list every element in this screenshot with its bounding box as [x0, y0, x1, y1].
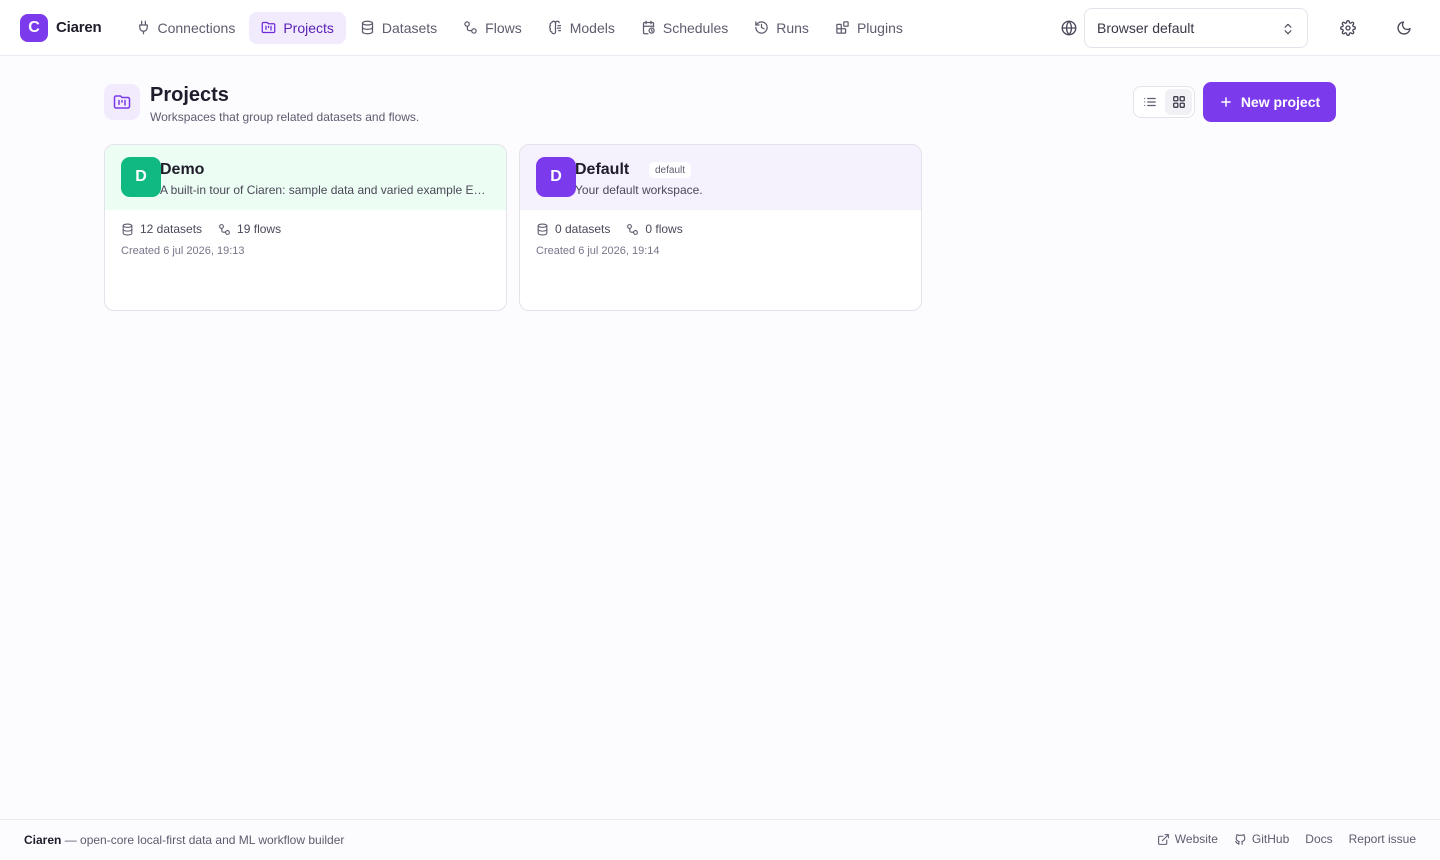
flow-count-label: 0 flows: [645, 222, 683, 236]
nav-label: Models: [569, 19, 615, 36]
flow-count: 0 flows: [626, 222, 683, 236]
dataset-count-label: 0 datasets: [555, 222, 611, 236]
new-project-button[interactable]: New project: [1203, 82, 1336, 122]
database-icon: [121, 223, 140, 236]
project-stats: 0 datasets 0 flows: [536, 222, 699, 236]
brain-icon: [548, 20, 570, 35]
project-card-demo[interactable]: D Demo A built-in tour of Ciaren: sample…: [104, 144, 507, 311]
nav-label: Schedules: [662, 19, 729, 36]
docs-link-label: Docs: [1305, 832, 1333, 846]
flow-count: 19 flows: [218, 222, 281, 236]
nav-item-projects[interactable]: Projects: [249, 11, 346, 44]
nav-label: Runs: [776, 19, 809, 36]
grid-icon: [1172, 95, 1186, 109]
project-created: Created 6 jul 2026, 19:14: [536, 245, 660, 257]
footer-tagline-text: — open-core local-first data and ML work…: [61, 833, 345, 847]
nav-item-schedules[interactable]: Schedules: [629, 12, 740, 44]
folder-kanban-icon: [261, 20, 283, 35]
nav-label: Projects: [283, 19, 334, 36]
github-link-label: GitHub: [1251, 832, 1290, 846]
default-badge: default: [649, 162, 692, 178]
theme-toggle-button[interactable]: [1388, 12, 1420, 44]
nav-label: Flows: [485, 19, 522, 36]
workflow-icon: [463, 20, 485, 35]
language-select[interactable]: Browser default: [1084, 8, 1308, 48]
dataset-count: 12 datasets: [121, 222, 202, 236]
workflow-icon: [218, 223, 237, 236]
nav-label: Plugins: [856, 19, 903, 36]
nav-label: Datasets: [381, 19, 438, 36]
project-name: Demo: [160, 161, 205, 178]
list-view-button[interactable]: [1136, 89, 1163, 115]
list-icon: [1143, 95, 1157, 109]
history-icon: [754, 20, 776, 35]
github-icon: [1234, 833, 1252, 846]
nav-item-connections[interactable]: Connections: [124, 12, 248, 44]
page-title: Projects: [150, 84, 229, 106]
external-link-icon: [1157, 833, 1175, 846]
new-project-label: New project: [1240, 94, 1321, 110]
flow-count-label: 19 flows: [237, 222, 282, 236]
settings-button[interactable]: [1332, 12, 1364, 44]
database-icon: [360, 20, 382, 35]
nav-item-models[interactable]: Models: [536, 12, 627, 44]
database-icon: [536, 223, 555, 236]
top-navigation-bar: C Ciaren Connections Projects Datasets F…: [0, 0, 1440, 56]
calendar-clock-icon: [641, 20, 663, 35]
blocks-icon: [835, 20, 857, 35]
nav-item-runs[interactable]: Runs: [742, 12, 821, 44]
report-issue-label: Report issue: [1348, 832, 1416, 846]
footer-links: Website GitHub Docs Report issue: [1157, 832, 1416, 846]
footer-brand: Ciaren: [24, 833, 62, 847]
website-link-label: Website: [1174, 832, 1218, 846]
project-card-header: D Default default Your default workspace…: [520, 145, 921, 210]
page-subtitle: Workspaces that group related datasets a…: [150, 110, 420, 124]
footer: Ciaren — open-core local-first data and …: [0, 819, 1440, 860]
project-card-default[interactable]: D Default default Your default workspace…: [519, 144, 922, 311]
project-description: A built-in tour of Ciaren: sample data a…: [160, 183, 492, 197]
brand-logo: C: [20, 13, 48, 42]
project-avatar: D: [536, 157, 576, 197]
globe-icon: [1060, 19, 1078, 37]
nav-item-flows[interactable]: Flows: [451, 12, 534, 44]
language-select-value: Browser default: [1097, 20, 1195, 36]
website-link[interactable]: Website: [1157, 832, 1218, 846]
folder-kanban-icon: [113, 93, 131, 111]
view-mode-toggle: [1133, 86, 1195, 118]
project-card-header: D Demo A built-in tour of Ciaren: sample…: [105, 145, 506, 210]
project-description: Your default workspace.: [575, 183, 703, 197]
workflow-icon: [626, 223, 645, 236]
page-header-icon: [104, 84, 140, 120]
docs-link[interactable]: Docs: [1305, 832, 1332, 846]
plug-icon: [136, 20, 158, 35]
gear-icon: [1340, 20, 1356, 36]
project-stats: 12 datasets 19 flows: [121, 222, 297, 236]
report-issue-link[interactable]: Report issue: [1349, 832, 1416, 846]
project-created: Created 6 jul 2026, 19:13: [121, 245, 245, 257]
nav-item-datasets[interactable]: Datasets: [348, 12, 449, 44]
project-avatar: D: [121, 157, 161, 197]
dataset-count-label: 12 datasets: [140, 222, 203, 236]
moon-icon: [1396, 20, 1412, 36]
github-link[interactable]: GitHub: [1234, 832, 1289, 846]
main-nav: Connections Projects Datasets Flows Mode…: [124, 11, 915, 44]
plus-icon: [1219, 95, 1241, 109]
brand-home-link[interactable]: C Ciaren: [20, 13, 102, 42]
dataset-count: 0 datasets: [536, 222, 610, 236]
nav-item-plugins[interactable]: Plugins: [823, 12, 915, 44]
brand-name: Ciaren: [56, 19, 102, 36]
nav-label: Connections: [157, 19, 236, 36]
footer-tagline: Ciaren — open-core local-first data and …: [24, 833, 344, 847]
grid-view-button[interactable]: [1165, 89, 1192, 115]
project-name: Default: [575, 161, 630, 178]
chevrons-up-down-icon: [1281, 21, 1295, 37]
